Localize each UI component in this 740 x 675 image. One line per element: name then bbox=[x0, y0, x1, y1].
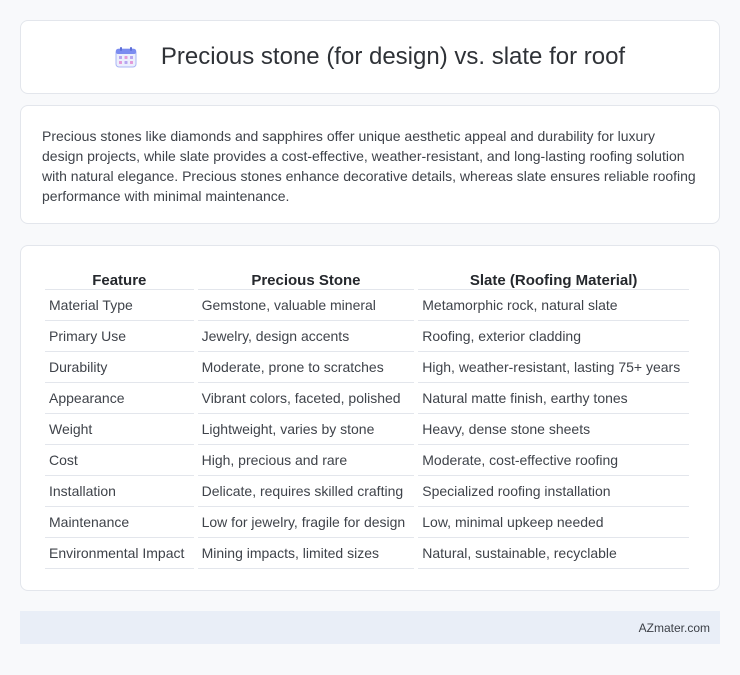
table-body: Material Type Gemstone, valuable mineral M… bbox=[45, 290, 689, 569]
cell-slate: Natural matte finish, earthy tones bbox=[418, 383, 689, 414]
cell-precious-stone: Delicate, requires skilled crafting bbox=[197, 476, 415, 507]
cell-slate: Metamorphic rock, natural slate bbox=[418, 290, 689, 321]
table-row: Installation Delicate, requires skilled c… bbox=[45, 476, 689, 507]
cell-slate: Roofing, exterior cladding bbox=[418, 321, 689, 352]
table-row: Primary Use Jewelry, design accents Roofin… bbox=[45, 321, 689, 352]
cell-feature: Environmental Impact bbox=[45, 538, 194, 569]
column-header-precious-stone: Precious Stone bbox=[197, 266, 415, 290]
cell-feature: Maintenance bbox=[45, 507, 194, 538]
column-header-slate: Slate (Roofing Material) bbox=[418, 266, 689, 290]
cell-precious-stone: Mining impacts, limited sizes bbox=[197, 538, 415, 569]
cell-slate: Moderate, cost-effective roofing bbox=[418, 445, 689, 476]
cell-feature: Weight bbox=[45, 414, 194, 445]
comparison-table-card: Feature Precious Stone Slate (Roofing Ma… bbox=[20, 245, 720, 591]
cell-feature: Installation bbox=[45, 476, 194, 507]
cell-precious-stone: Vibrant colors, faceted, polished bbox=[197, 383, 415, 414]
table-row: Appearance Vibrant colors, faceted, polis… bbox=[45, 383, 689, 414]
page-title: Precious stone (for design) vs. slate fo… bbox=[160, 43, 626, 70]
summary-card: Precious stones like diamonds and sapphi… bbox=[20, 105, 720, 224]
table-row: Weight Lightweight, varies by stone Heavy,… bbox=[45, 414, 689, 445]
table-row: Maintenance Low for jewelry, fragile for … bbox=[45, 507, 689, 538]
cell-slate: High, weather-resistant, lasting 75+ yea… bbox=[418, 352, 689, 383]
cell-feature: Primary Use bbox=[45, 321, 194, 352]
table-row: Material Type Gemstone, valuable mineral M… bbox=[45, 290, 689, 321]
cell-feature: Appearance bbox=[45, 383, 194, 414]
cell-precious-stone: Low for jewelry, fragile for design bbox=[197, 507, 415, 538]
cell-feature: Cost bbox=[45, 445, 194, 476]
cell-feature: Material Type bbox=[45, 290, 194, 321]
cell-precious-stone: Jewelry, design accents bbox=[197, 321, 415, 352]
footer-brand: AZmater.com bbox=[638, 620, 710, 635]
title-card: Precious stone (for design) vs. slate fo… bbox=[20, 20, 720, 94]
table-row: Durability Moderate, prone to scratches Hi… bbox=[45, 352, 689, 383]
table-row: Environmental Impact Mining impacts, limi… bbox=[45, 538, 689, 569]
cell-precious-stone: Moderate, prone to scratches bbox=[197, 352, 415, 383]
summary-paragraph: Precious stones like diamonds and sapphi… bbox=[42, 128, 696, 204]
cell-precious-stone: High, precious and rare bbox=[197, 445, 415, 476]
footer: AZmater.com bbox=[20, 611, 720, 644]
cell-precious-stone: Lightweight, varies by stone bbox=[197, 414, 415, 445]
comparison-table: Feature Precious Stone Slate (Roofing Ma… bbox=[41, 266, 693, 569]
cell-slate: Heavy, dense stone sheets bbox=[418, 414, 689, 445]
cell-slate: Specialized roofing installation bbox=[418, 476, 689, 507]
cell-slate: Natural, sustainable, recyclable bbox=[418, 538, 689, 569]
cell-slate: Low, minimal upkeep needed bbox=[418, 507, 689, 538]
cell-precious-stone: Gemstone, valuable mineral bbox=[197, 290, 415, 321]
calendar-icon bbox=[115, 46, 137, 68]
cell-feature: Durability bbox=[45, 352, 194, 383]
column-header-feature: Feature bbox=[45, 266, 194, 290]
table-header-row: Feature Precious Stone Slate (Roofing Ma… bbox=[45, 266, 689, 290]
table-row: Cost High, precious and rare Moderate, cos… bbox=[45, 445, 689, 476]
